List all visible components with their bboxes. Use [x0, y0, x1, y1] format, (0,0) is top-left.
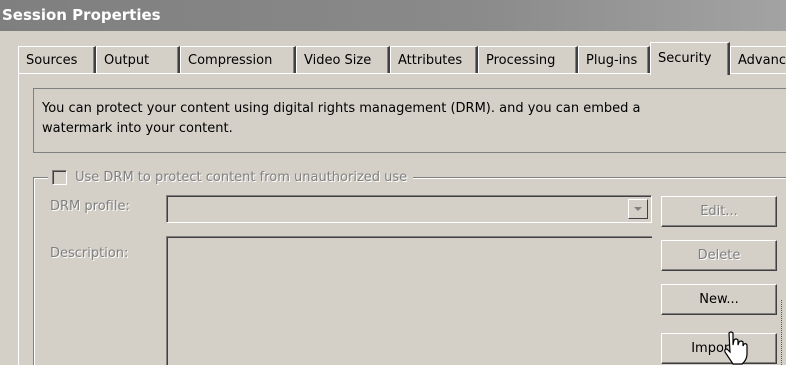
dropdown-button[interactable]: [628, 199, 648, 219]
import-button[interactable]: Import...: [661, 333, 777, 364]
delete-button[interactable]: Delete: [661, 240, 777, 271]
info-text-line-1: You can protect your content using digit…: [42, 101, 641, 116]
info-text: You can protect your content using digit…: [42, 99, 782, 139]
description-field: [166, 236, 652, 365]
tab-plug-ins[interactable]: Plug-ins: [578, 46, 650, 74]
drm-checkbox-row[interactable]: Use DRM to protect content from unauthor…: [48, 167, 414, 187]
chevron-down-icon: [634, 207, 642, 211]
tab-attributes[interactable]: Attributes: [390, 46, 478, 74]
window-title: Session Properties: [0, 0, 786, 31]
tab-output[interactable]: Output: [96, 46, 180, 74]
tab-security[interactable]: Security: [650, 42, 730, 75]
drm-checkbox-label: Use DRM to protect content from unauthor…: [75, 169, 408, 185]
tab-strip: Sources Output Compression Video Size At…: [18, 42, 786, 75]
new-button[interactable]: New...: [661, 284, 777, 315]
tab-video-size[interactable]: Video Size: [296, 46, 390, 74]
tab-sources[interactable]: Sources: [18, 46, 96, 74]
hand-pointer-icon: [724, 331, 748, 365]
drm-profile-select[interactable]: [166, 195, 652, 223]
tab-advanced[interactable]: Advance: [730, 46, 786, 74]
info-text-line-2: watermark into your content.: [42, 121, 233, 136]
tab-processing[interactable]: Processing: [478, 46, 578, 74]
dotted-edge: [781, 300, 782, 365]
drm-profile-label: DRM profile:: [50, 199, 130, 214]
tab-compression[interactable]: Compression: [180, 46, 296, 74]
drm-checkbox[interactable]: [52, 169, 67, 185]
info-box: You can protect your content using digit…: [33, 88, 786, 153]
description-label: Description:: [50, 246, 129, 261]
edit-button[interactable]: Edit...: [661, 196, 777, 227]
